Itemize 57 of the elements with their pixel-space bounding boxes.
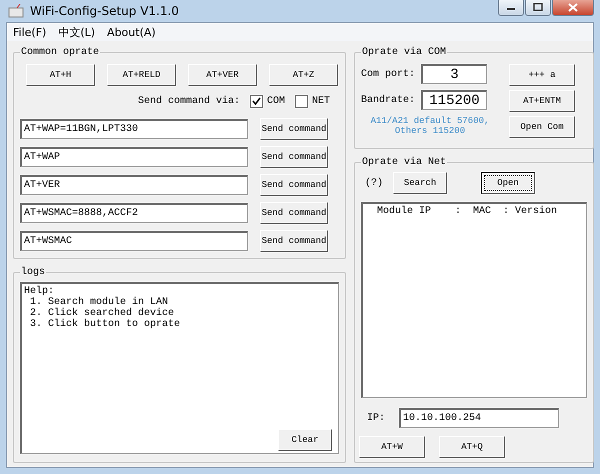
command-button[interactable]: AT+H bbox=[26, 64, 95, 86]
close-button[interactable] bbox=[552, 0, 594, 16]
search-button[interactable]: Search bbox=[393, 172, 448, 194]
checkbox-label: NET bbox=[312, 96, 330, 107]
log-line: Help: bbox=[24, 286, 54, 297]
log-line: 2. Click searched device bbox=[29, 308, 176, 319]
baud-rate-field[interactable]: 115200 bbox=[421, 90, 487, 110]
open-button[interactable]: Open bbox=[481, 172, 536, 194]
com-button[interactable]: +++ a bbox=[509, 64, 575, 86]
list-header: Module IP : MAC : Version bbox=[377, 206, 558, 217]
hint-text: A11/A21 default 57600, bbox=[370, 116, 490, 126]
menu-item[interactable]: File(F) bbox=[13, 26, 46, 38]
ip-field[interactable]: 10.10.100.254 bbox=[399, 408, 560, 428]
field-label: Com port: bbox=[361, 68, 415, 80]
checkbox-label: COM bbox=[267, 96, 286, 107]
command-field[interactable]: AT+WAP bbox=[20, 147, 248, 167]
com-port-field[interactable]: 3 bbox=[421, 64, 487, 84]
com-button[interactable]: Open Com bbox=[509, 116, 575, 138]
app-icon bbox=[8, 4, 24, 18]
send-via-label: Send command via: bbox=[138, 96, 240, 107]
command-field[interactable]: AT+WAP=11BGN,LPT330 bbox=[20, 119, 248, 139]
log-area[interactable]: Help: 1. Search module in LAN 2. Click searched device 3. Click button to oprate Clear bbox=[20, 282, 339, 454]
command-button[interactable]: AT+RELD bbox=[107, 64, 176, 86]
group-title: Oprate via Net bbox=[361, 157, 448, 168]
com-button[interactable]: AT+ENTM bbox=[509, 90, 575, 112]
checkbox[interactable] bbox=[250, 95, 264, 108]
group-title: logs bbox=[20, 267, 46, 278]
group-title: Oprate via COM bbox=[361, 47, 448, 58]
menu-item[interactable]: 中文(L) bbox=[58, 24, 96, 40]
help-label[interactable]: (?) bbox=[365, 178, 384, 188]
command-field[interactable]: AT+WSMAC=8888,ACCF2 bbox=[20, 203, 248, 223]
command-field[interactable]: AT+VER bbox=[20, 175, 248, 195]
ip-label: IP: bbox=[367, 412, 386, 424]
at-button[interactable]: AT+W bbox=[359, 436, 425, 458]
window-title: WiFi-Config-Setup V1.1.0 bbox=[30, 4, 180, 18]
menu-item[interactable]: About(A) bbox=[107, 26, 156, 38]
log-line: 3. Click button to oprate bbox=[29, 319, 182, 330]
command-field[interactable]: AT+WSMAC bbox=[20, 231, 248, 251]
send-command-button[interactable]: Send command bbox=[260, 202, 328, 224]
close-icon bbox=[568, 2, 578, 12]
maximize-icon bbox=[533, 3, 543, 11]
send-command-button[interactable]: Send command bbox=[260, 146, 328, 168]
group-title: Common oprate bbox=[20, 47, 100, 58]
maximize-button[interactable] bbox=[525, 0, 551, 16]
send-command-button[interactable]: Send command bbox=[260, 174, 328, 196]
checkbox[interactable] bbox=[295, 95, 308, 108]
field-label: Bandrate: bbox=[361, 94, 415, 106]
command-button[interactable]: AT+Z bbox=[269, 64, 338, 86]
hint-text: Others 115200 bbox=[394, 126, 466, 136]
send-command-button[interactable]: Send command bbox=[260, 230, 328, 252]
send-command-button[interactable]: Send command bbox=[260, 118, 328, 140]
clear-button[interactable]: Clear bbox=[278, 429, 332, 451]
minimize-button[interactable] bbox=[498, 0, 524, 16]
device-list[interactable]: Module IP : MAC : Version bbox=[361, 202, 587, 398]
log-line: 1. Search module in LAN bbox=[29, 297, 168, 308]
at-button[interactable]: AT+Q bbox=[439, 436, 505, 458]
command-button[interactable]: AT+VER bbox=[188, 64, 257, 86]
